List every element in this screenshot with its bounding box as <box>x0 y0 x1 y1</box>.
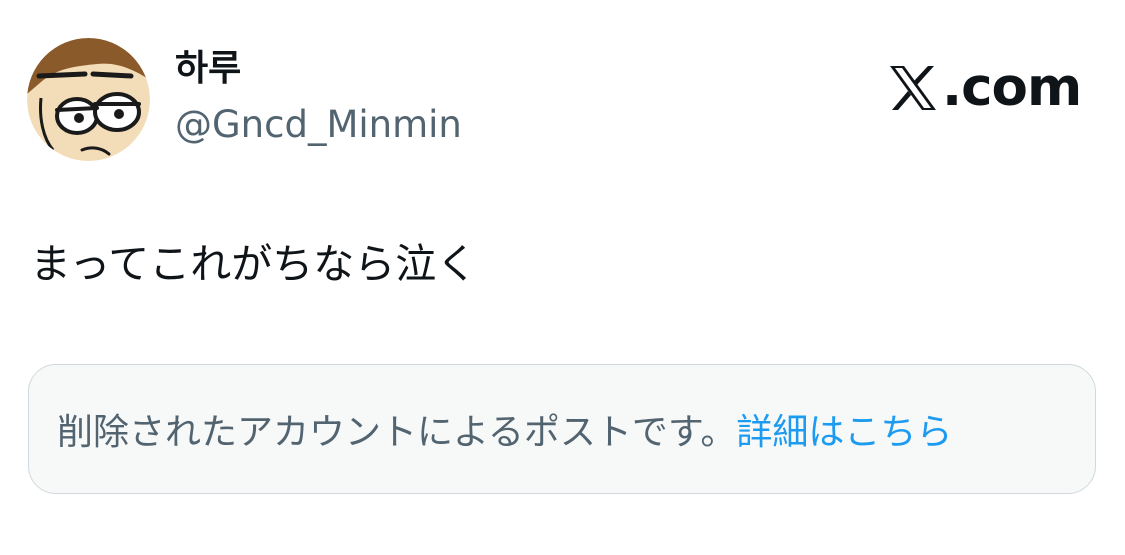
deleted-account-notice: 削除されたアカウントによるポストです。 詳細はこちら <box>28 364 1096 494</box>
x-com-branding: .com <box>888 57 1082 118</box>
cartoon-face-avatar-icon <box>27 38 150 161</box>
author-display-name[interactable]: 하루 <box>175 44 241 94</box>
notice-message: 削除されたアカウントによるポストです。 <box>57 412 737 453</box>
author-avatar[interactable] <box>27 38 150 161</box>
brand-domain-label: .com <box>942 57 1082 118</box>
x-logo-icon <box>890 66 936 110</box>
author-handle[interactable]: @Gncd_Minmin <box>175 100 462 150</box>
learn-more-link[interactable]: 詳細はこちら <box>736 403 952 455</box>
post-text: まってこれがちなら泣く <box>30 240 478 288</box>
